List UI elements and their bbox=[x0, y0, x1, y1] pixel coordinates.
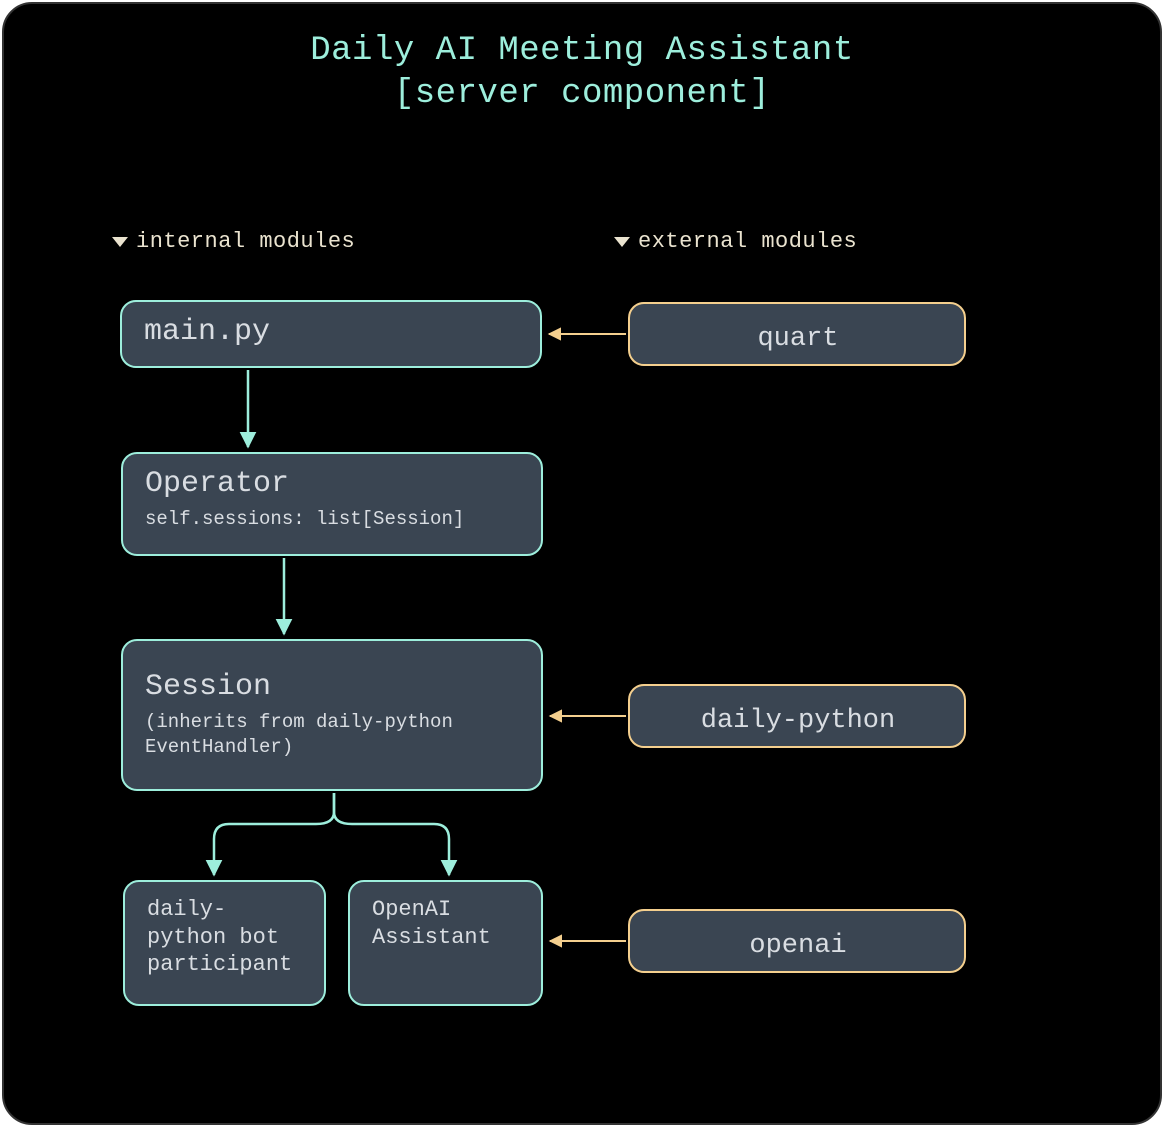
node-session: Session (inherits from daily-python Even… bbox=[121, 639, 543, 791]
node-quart-label: quart bbox=[652, 318, 944, 360]
node-main-py-title: main.py bbox=[144, 316, 520, 349]
node-main-py: main.py bbox=[120, 300, 542, 368]
external-modules-label: external modules bbox=[638, 229, 857, 254]
node-session-subtitle: (inherits from daily-python EventHandler… bbox=[145, 710, 521, 759]
internal-modules-header: internal modules bbox=[110, 229, 355, 254]
diagram-title: Daily AI Meeting Assistant [server compo… bbox=[4, 4, 1160, 115]
chevron-down-icon bbox=[110, 235, 130, 249]
node-daily-python-bot-text: daily-python bot participant bbox=[147, 896, 304, 979]
node-openai-assistant-text: OpenAI Assistant bbox=[372, 896, 521, 951]
edge-session-to-assistant bbox=[334, 793, 449, 875]
node-daily-python-bot: daily-python bot participant bbox=[123, 880, 326, 1006]
node-operator-subtitle: self.sessions: list[Session] bbox=[145, 507, 521, 532]
chevron-down-icon bbox=[612, 235, 632, 249]
edge-session-to-bot bbox=[214, 793, 334, 875]
node-quart: quart bbox=[628, 302, 966, 366]
external-modules-header: external modules bbox=[612, 229, 857, 254]
node-session-title: Session bbox=[145, 655, 521, 704]
node-daily-python: daily-python bbox=[628, 684, 966, 748]
internal-modules-label: internal modules bbox=[136, 229, 355, 254]
node-openai-label: openai bbox=[652, 925, 944, 967]
node-operator: Operator self.sessions: list[Session] bbox=[121, 452, 543, 556]
node-operator-title: Operator bbox=[145, 468, 521, 501]
node-openai-assistant: OpenAI Assistant bbox=[348, 880, 543, 1006]
node-openai: openai bbox=[628, 909, 966, 973]
node-daily-python-label: daily-python bbox=[652, 700, 944, 742]
diagram-frame: Daily AI Meeting Assistant [server compo… bbox=[2, 2, 1162, 1125]
